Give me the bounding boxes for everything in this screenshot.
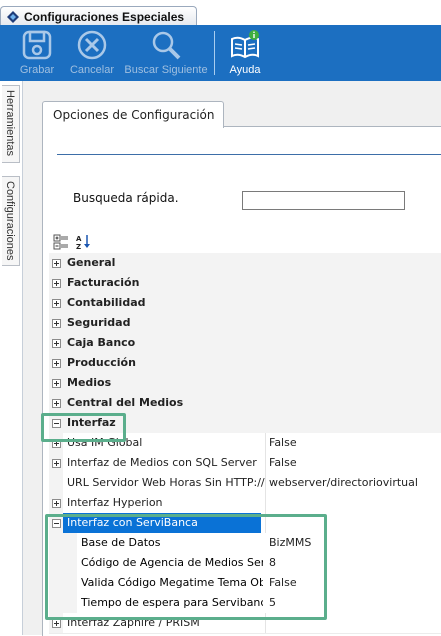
svg-text:A: A xyxy=(76,235,82,243)
grid-toolbar: A Z xyxy=(50,231,441,253)
category-row[interactable]: Central del Medios xyxy=(49,393,441,414)
property-row[interactable]: URL Servidor Web Horas Sin HTTP:// webser… xyxy=(49,473,441,494)
tab-herramientas-label: Herramientas xyxy=(4,90,16,157)
row-name: Interfaz Hyperion xyxy=(67,496,163,509)
row-value[interactable]: False xyxy=(269,436,297,449)
toolbar: Grabar Cancelar Buscar Siguiente Ayuda xyxy=(0,25,441,81)
category-row[interactable]: Producción xyxy=(49,353,441,374)
row-gutter xyxy=(49,473,63,493)
magnifier-icon xyxy=(152,31,181,60)
find-next-button[interactable]: Buscar Siguiente xyxy=(122,25,210,81)
row-name: Facturación xyxy=(67,276,140,289)
tab-opciones-label: Opciones de Configuración xyxy=(53,108,215,122)
disk-icon xyxy=(22,30,52,60)
row-name: Caja Banco xyxy=(67,336,136,349)
column-divider xyxy=(265,493,266,513)
category-row[interactable]: Medios xyxy=(49,373,441,394)
expand-icon[interactable] xyxy=(52,279,61,288)
help-button-label: Ayuda xyxy=(229,64,261,76)
row-name: Seguridad xyxy=(67,316,131,329)
search-label: Busqueda rápida. xyxy=(73,191,179,205)
cancel-button[interactable]: Cancelar xyxy=(66,25,118,81)
row-name: Contabilidad xyxy=(67,296,146,309)
expand-icon[interactable] xyxy=(52,499,61,508)
highlight-interfaz xyxy=(41,413,126,442)
row-name: URL Servidor Web Horas Sin HTTP:// xyxy=(67,476,265,489)
side-panel: Herramientas Configuraciones xyxy=(0,81,23,635)
cancel-button-label: Cancelar xyxy=(69,64,115,76)
property-row[interactable]: Interfaz Hyperion xyxy=(49,493,441,514)
row-name: Interfaz de Medios con SQL Server xyxy=(67,456,257,469)
tab-configuraciones-label: Configuraciones xyxy=(4,181,16,261)
column-divider xyxy=(265,473,266,493)
categorized-icon[interactable] xyxy=(53,234,69,250)
toolbar-separator xyxy=(214,31,215,75)
expand-icon[interactable] xyxy=(52,299,61,308)
row-value[interactable]: webserver/directoriovirtual xyxy=(269,476,418,489)
cancel-icon xyxy=(77,30,107,60)
window-tab[interactable]: Configuraciones Especiales xyxy=(0,6,197,26)
save-button-label: Grabar xyxy=(19,64,55,76)
expand-icon[interactable] xyxy=(52,359,61,368)
tab-configuraciones[interactable]: Configuraciones xyxy=(2,176,20,266)
app-icon xyxy=(7,10,19,23)
category-row[interactable]: General xyxy=(49,253,441,274)
highlight-servibanca xyxy=(45,514,327,620)
svg-text:Z: Z xyxy=(76,243,81,250)
window-tab-title: Configuraciones Especiales xyxy=(24,9,185,24)
expand-icon[interactable] xyxy=(52,619,61,628)
divider xyxy=(57,154,441,155)
row-name: General xyxy=(67,256,116,269)
category-row[interactable]: Contabilidad xyxy=(49,293,441,314)
expand-icon[interactable] xyxy=(52,259,61,268)
category-row[interactable]: Facturación xyxy=(49,273,441,294)
help-button[interactable]: Ayuda xyxy=(224,25,266,81)
column-divider xyxy=(265,433,266,453)
expand-icon[interactable] xyxy=(52,459,61,468)
expand-icon[interactable] xyxy=(52,339,61,348)
alphabetical-sort-icon[interactable]: A Z xyxy=(75,234,91,250)
tab-herramientas[interactable]: Herramientas xyxy=(2,85,20,163)
row-name: Central del Medios xyxy=(67,396,184,409)
property-row[interactable]: Interfaz de Medios con SQL Server False xyxy=(49,453,441,474)
help-book-icon xyxy=(231,30,259,59)
expand-icon[interactable] xyxy=(52,379,61,388)
row-value[interactable]: False xyxy=(269,456,297,469)
save-button[interactable]: Grabar xyxy=(12,25,62,81)
category-row[interactable]: Caja Banco xyxy=(49,333,441,354)
expand-icon[interactable] xyxy=(52,319,61,328)
search-input[interactable] xyxy=(242,191,405,210)
tab-opciones-configuracion[interactable]: Opciones de Configuración xyxy=(42,101,224,128)
expand-icon[interactable] xyxy=(52,399,61,408)
find-next-button-label: Buscar Siguiente xyxy=(124,64,208,76)
category-row[interactable]: Seguridad xyxy=(49,313,441,334)
column-divider xyxy=(265,453,266,473)
row-name: Producción xyxy=(67,356,136,369)
row-name: Medios xyxy=(67,376,112,389)
